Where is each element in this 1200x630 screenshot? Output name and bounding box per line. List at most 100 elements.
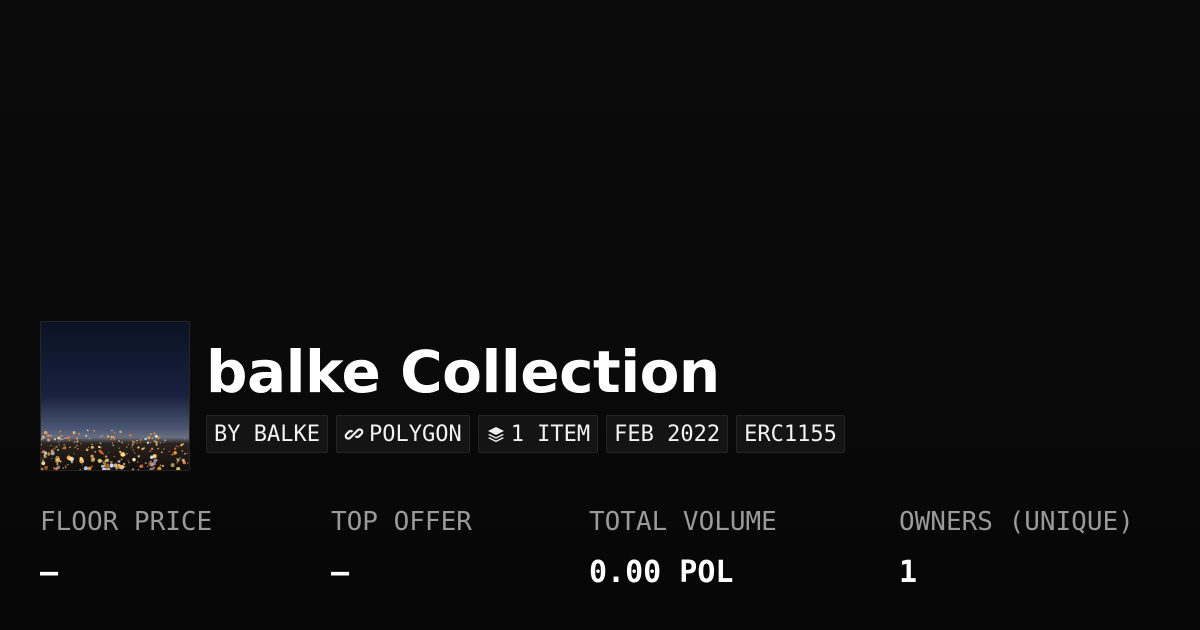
city-light	[91, 465, 93, 468]
chain-link-icon	[344, 424, 364, 444]
city-light	[136, 442, 138, 444]
city-light	[164, 439, 167, 442]
city-light	[73, 434, 75, 436]
city-light	[131, 443, 134, 446]
city-light	[62, 438, 64, 441]
city-light	[62, 467, 65, 470]
city-light	[137, 446, 140, 449]
tag-creator[interactable]: BY BALKE	[206, 415, 328, 453]
city-light	[74, 446, 76, 449]
city-light	[179, 457, 181, 459]
city-light	[102, 453, 105, 455]
city-light	[104, 455, 108, 458]
city-light	[115, 466, 119, 470]
city-light	[102, 461, 107, 465]
tag-item-count[interactable]: 1 ITEM	[477, 415, 599, 453]
city-light	[117, 460, 121, 463]
city-light	[177, 445, 180, 448]
city-light	[151, 437, 154, 440]
city-light	[98, 445, 101, 449]
city-light	[50, 445, 52, 447]
city-light	[78, 433, 80, 435]
city-light	[153, 440, 156, 443]
city-light	[90, 454, 94, 458]
city-light	[44, 431, 48, 435]
city-light	[102, 434, 104, 437]
city-light	[184, 438, 186, 440]
tag-chain[interactable]: POLYGON	[335, 415, 470, 453]
city-light	[59, 460, 62, 463]
city-light	[41, 451, 44, 454]
city-light	[79, 457, 84, 462]
city-light	[173, 447, 177, 450]
city-light	[93, 429, 96, 432]
city-light	[108, 451, 110, 454]
city-light	[72, 431, 76, 434]
city-light	[168, 450, 170, 453]
city-light	[111, 429, 113, 432]
city-light	[47, 438, 51, 442]
city-light	[158, 466, 161, 468]
city-light	[153, 432, 156, 435]
city-light	[144, 462, 147, 465]
city-light	[147, 465, 149, 467]
stat-value: 1	[899, 555, 918, 590]
city-light	[132, 442, 134, 445]
city-light	[156, 459, 158, 461]
stat-value: –	[331, 555, 350, 590]
city-light	[77, 447, 79, 450]
city-light	[43, 455, 47, 459]
city-light	[118, 447, 121, 449]
city-light	[119, 430, 122, 434]
city-light	[186, 462, 189, 464]
tag-label: BY BALKE	[214, 421, 320, 447]
tag-created-date[interactable]: FEB 2022	[606, 415, 729, 453]
city-light	[106, 435, 110, 438]
city-light	[41, 461, 46, 466]
city-light	[61, 434, 63, 437]
city-light	[150, 447, 154, 451]
city-light	[128, 433, 132, 437]
city-light	[136, 439, 138, 442]
city-light	[149, 441, 152, 444]
city-light	[87, 446, 90, 449]
city-light	[68, 439, 71, 441]
city-light	[48, 434, 52, 437]
city-light	[70, 460, 74, 464]
city-light	[154, 434, 158, 438]
city-light	[173, 451, 177, 455]
city-light	[101, 464, 104, 468]
city-light	[41, 457, 43, 460]
city-light	[63, 446, 67, 450]
stat-label: FLOOR PRICE	[40, 507, 213, 537]
city-light	[91, 443, 93, 446]
tag-token-standard[interactable]: ERC1155	[736, 415, 845, 453]
city-light	[150, 455, 154, 459]
city-light	[182, 443, 185, 446]
city-light	[109, 460, 113, 464]
city-light	[110, 435, 113, 438]
city-light	[149, 450, 152, 453]
stat-value: –	[40, 555, 59, 590]
city-light	[136, 461, 139, 463]
city-light	[47, 453, 51, 456]
city-light	[99, 442, 102, 445]
city-light	[123, 462, 126, 466]
city-light	[98, 449, 102, 453]
city-light	[73, 453, 75, 455]
city-light	[128, 443, 129, 445]
city-light	[75, 437, 79, 440]
city-light	[57, 441, 60, 443]
tag-label: POLYGON	[368, 421, 462, 447]
city-light	[148, 461, 153, 466]
city-light	[55, 445, 58, 449]
layers-icon	[486, 424, 506, 444]
city-light	[163, 441, 165, 443]
city-light	[120, 458, 123, 461]
city-light	[65, 465, 67, 467]
city-light	[114, 463, 116, 466]
city-light	[186, 452, 188, 454]
city-light	[75, 444, 78, 447]
city-light	[64, 437, 66, 439]
city-light	[182, 460, 186, 465]
